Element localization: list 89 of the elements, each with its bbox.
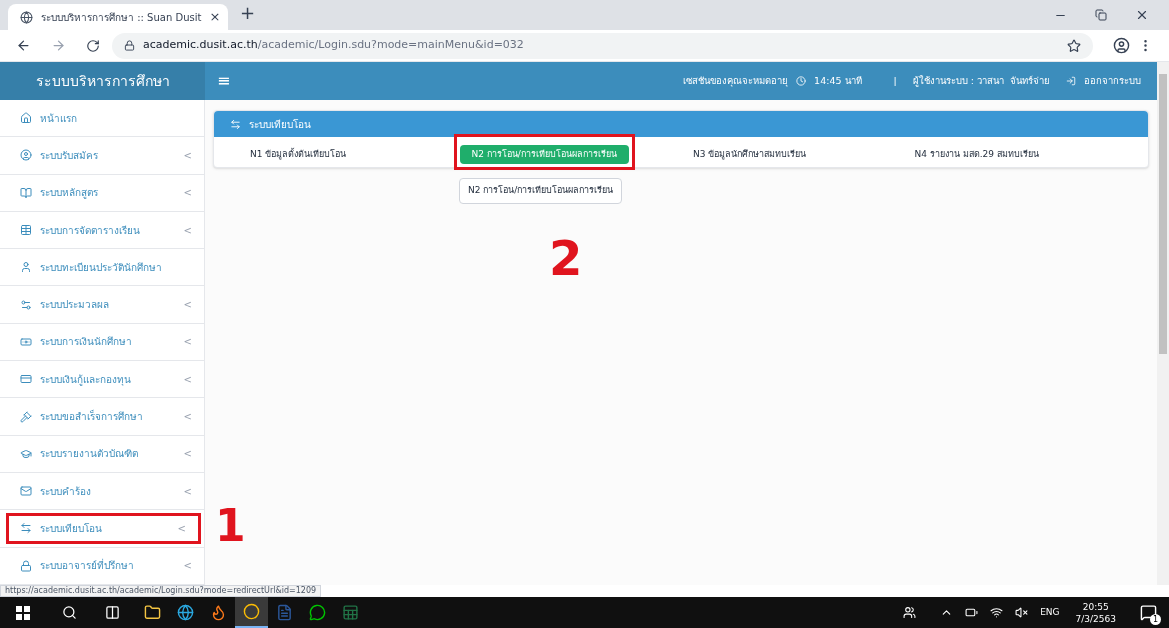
profile-icon[interactable]: [1113, 37, 1130, 54]
tab-close-button[interactable]: ×: [209, 7, 221, 27]
panel-tab[interactable]: N4 รายงาน มสด.29 สมทบเรียน: [902, 144, 1051, 165]
sidebar-item[interactable]: ระบบหลักสูตร <: [0, 174, 204, 211]
arrows-icon: [20, 522, 32, 535]
home-icon: [20, 112, 32, 125]
reload-icon[interactable]: [86, 38, 100, 53]
notification-badge: 1: [1150, 614, 1161, 625]
caret-icon: <: [183, 334, 192, 350]
sidebar-item[interactable]: ระบบเทียบโอน <: [6, 513, 201, 544]
address-bar[interactable]: academic.dusit.ac.th/academic/Login.sdu?mode=mainMenu&id=032: [112, 32, 1093, 59]
separator: |: [893, 73, 897, 88]
session-label: เซสชันของคุณจะหมดอายุ: [683, 73, 789, 89]
globe-icon: [177, 604, 194, 621]
battery-icon[interactable]: [965, 606, 979, 619]
forward-icon[interactable]: [51, 38, 66, 53]
session-time: 14:45 นาที: [814, 73, 862, 88]
language-indicator[interactable]: ENG: [1040, 605, 1060, 620]
browser-tab[interactable]: ระบบบริหารการศึกษา :: Suan Dusit ×: [8, 4, 228, 30]
caret-icon: <: [183, 483, 192, 499]
panel-title: ระบบเทียบโอน: [249, 117, 311, 132]
brand-bar: ระบบบริหารการศึกษา: [0, 62, 205, 100]
card-icon: [20, 373, 32, 386]
logout-icon[interactable]: [1066, 76, 1076, 86]
sidebar-item[interactable]: หน้าแรก: [0, 100, 204, 137]
logout-link[interactable]: ออกจากระบบ: [1084, 73, 1141, 89]
caret-icon: <: [177, 520, 186, 536]
spreadsheet-icon: [342, 604, 359, 621]
task-view-icon[interactable]: [105, 605, 120, 620]
caret-icon: <: [183, 147, 192, 163]
sidebar-item[interactable]: ระบบประมวลผล <: [0, 286, 204, 323]
sidebar-item[interactable]: ระบบรายงานตัวบัณฑิต <: [0, 435, 204, 472]
lock-icon: [124, 40, 135, 51]
book-icon: [20, 186, 32, 199]
sidebar-item[interactable]: ระบบการเงินนักศึกษา <: [0, 323, 204, 361]
chat-bubble-icon: [309, 604, 326, 621]
speaker-muted-icon[interactable]: [1015, 606, 1029, 619]
taskbar-app[interactable]: [235, 597, 268, 628]
step-number: 1: [215, 504, 246, 549]
clock[interactable]: 20:55 7/3/2563: [1075, 600, 1116, 625]
back-icon[interactable]: [16, 38, 31, 53]
caret-icon: <: [183, 185, 192, 201]
step-number: 2: [549, 229, 583, 286]
globe-icon: [20, 10, 33, 24]
menu-toggle[interactable]: ≡: [205, 62, 243, 100]
people-icon[interactable]: [903, 606, 917, 619]
search-icon[interactable]: [62, 605, 77, 620]
sidebar-item[interactable]: ระบบทะเบียนประวัตินักศึกษา: [0, 249, 204, 286]
banknote-icon: [20, 335, 32, 348]
table-icon: [20, 224, 32, 237]
sidebar-item[interactable]: ระบบรับสมัคร <: [0, 137, 204, 174]
folder-icon: [144, 604, 161, 621]
caret-icon: <: [183, 446, 192, 462]
document-icon: [276, 604, 293, 621]
new-tab-button[interactable]: +: [240, 0, 256, 26]
star-icon[interactable]: [1067, 38, 1081, 53]
restore-icon[interactable]: [1095, 9, 1107, 21]
caret-icon: <: [183, 558, 192, 574]
windows-logo-icon[interactable]: [16, 605, 30, 620]
user-icon: [20, 261, 32, 274]
tooltip: N2 การโอน/การเทียบโอนผลการเรียน: [459, 178, 623, 204]
lock-icon: [20, 559, 32, 572]
status-url: https://academic.dusit.ac.th/academic/Login.sdu?mode=redirectUrl&id=1209: [0, 585, 322, 597]
wifi-icon[interactable]: [990, 606, 1004, 619]
flame-icon: [210, 604, 227, 621]
panel-tab[interactable]: N3 ข้อมูลนักศึกษาสมทบเรียน: [681, 144, 819, 165]
panel-tab[interactable]: N2 การโอน/การเทียบโอนผลการเรียน: [459, 144, 629, 165]
circle-icon: [243, 603, 260, 620]
caret-icon: <: [183, 222, 192, 238]
gavel-icon: [20, 410, 32, 423]
sidebar-item[interactable]: ระบบการจัดตารางเรียน <: [0, 211, 204, 249]
caret-icon: <: [183, 297, 192, 313]
caret-icon: <: [183, 409, 192, 424]
user-name: ผู้ใช้งานระบบ : วาสนา จันทร์จ่าย: [912, 73, 1050, 89]
sidebar-item[interactable]: ระบบคำร้อง <: [0, 472, 204, 510]
sidebar-item[interactable]: ระบบเงินกู้และกองทุน <: [0, 361, 204, 398]
close-icon[interactable]: [1135, 8, 1149, 22]
tab-title: ระบบบริหารการศึกษา :: Suan Dusit: [41, 10, 202, 25]
clock-icon: [796, 76, 807, 86]
user-circle-icon: [20, 149, 32, 162]
url-text: academic.dusit.ac.th/academic/Login.sdu?mode=mainMenu&id=032: [143, 37, 524, 54]
sidebar-item[interactable]: ระบบขอสำเร็จการศึกษา <: [0, 398, 204, 435]
panel-tab[interactable]: N1 ข้อมูลตั้งต้นเทียบโอน: [238, 144, 359, 165]
sidebar-item[interactable]: ระบบอาจารย์ที่ปรึกษา <: [0, 547, 204, 584]
envelope-icon: [20, 485, 32, 498]
caret-icon: <: [183, 371, 192, 387]
arrows-icon: [230, 118, 241, 130]
scrollbar[interactable]: [1157, 62, 1169, 585]
graduation-cap-icon: [20, 447, 32, 460]
